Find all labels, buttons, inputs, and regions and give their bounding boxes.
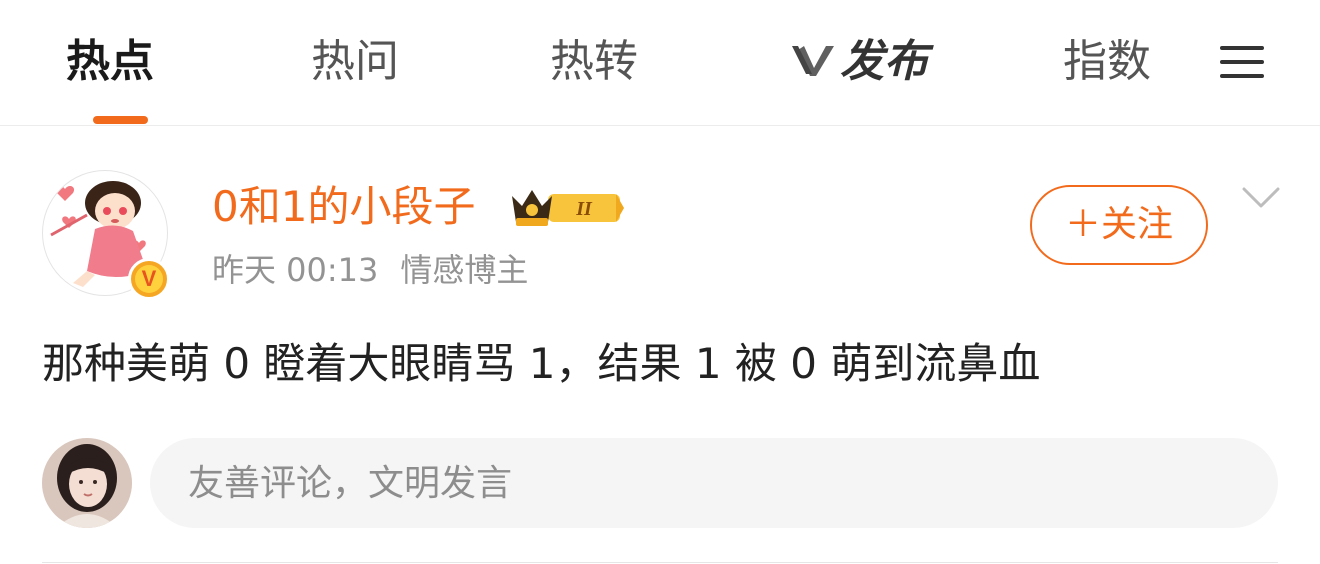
post-time: 昨天 00:13 — [212, 251, 379, 289]
follow-button[interactable]: ＋关注 — [1030, 185, 1208, 265]
menu-icon[interactable] — [1220, 44, 1264, 80]
my-avatar[interactable] — [42, 438, 132, 528]
top-tab-bar: 热点 热问 热转 发布 指数 — [0, 0, 1320, 126]
v-logo-icon — [792, 46, 834, 76]
user-photo-avatar-image — [42, 438, 132, 528]
active-tab-indicator — [93, 116, 148, 124]
verified-v-letter: V — [135, 265, 163, 293]
tab-v-publish-label: 发布 — [840, 36, 928, 87]
tab-hot-reposts[interactable]: 热转 — [550, 34, 638, 90]
post-meta: 昨天 00:13 情感博主 — [212, 248, 528, 292]
tab-index[interactable]: 指数 — [1063, 34, 1151, 90]
comment-input[interactable] — [150, 438, 1278, 528]
chevron-down-icon[interactable] — [1242, 186, 1280, 210]
author-role: 情感博主 — [400, 251, 529, 289]
tab-hot-questions[interactable]: 热问 — [311, 34, 399, 90]
crown-badge-icon: II — [512, 190, 624, 226]
tab-v-publish[interactable]: 发布 — [790, 34, 928, 90]
bottom-divider — [42, 562, 1278, 563]
author-username[interactable]: 0和1的小段子 — [212, 180, 475, 234]
verified-v-icon: V — [128, 258, 170, 300]
post-content: 那种美萌 0 瞪着大眼睛骂 1，结果 1 被 0 萌到流鼻血 — [42, 339, 1041, 388]
level-badge-text: II — [575, 198, 593, 220]
tab-hot-spot[interactable]: 热点 — [66, 34, 154, 90]
